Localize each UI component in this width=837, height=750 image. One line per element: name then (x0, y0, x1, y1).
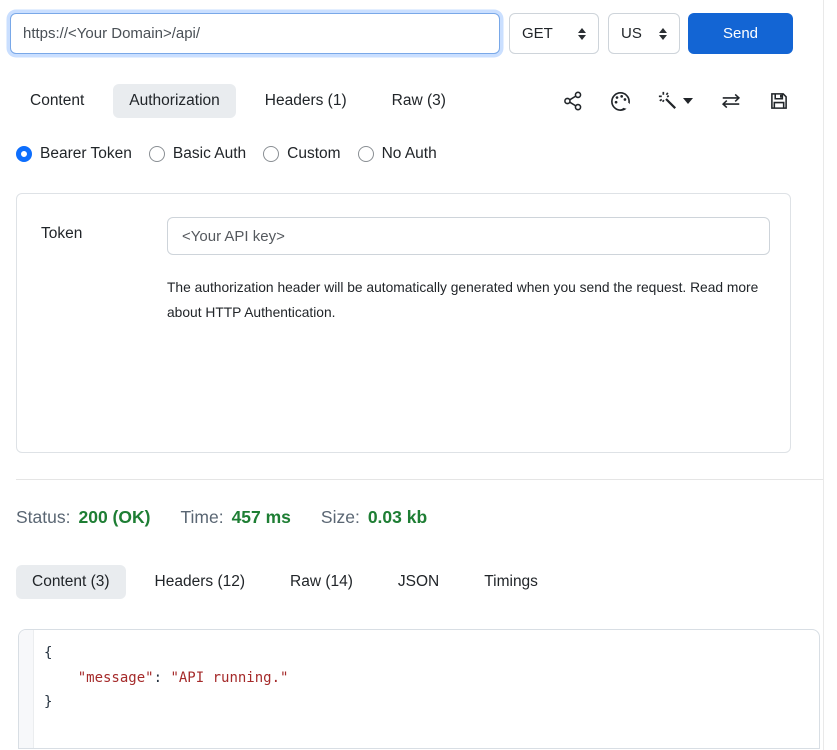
token-label: Token (41, 217, 167, 243)
token-help-line1: The authorization header will be automat… (167, 275, 770, 300)
save-icon[interactable] (769, 91, 789, 111)
resp-tab-timings[interactable]: Timings (468, 565, 554, 599)
token-help-text: The authorization header will be automat… (167, 275, 770, 325)
request-bar: GET US Send (0, 0, 837, 54)
swap-arrows-icon[interactable] (720, 91, 742, 111)
radio-selected-icon (16, 146, 32, 162)
tab-raw[interactable]: Raw (3) (376, 84, 462, 118)
magic-wand-dropdown-icon[interactable] (658, 91, 693, 111)
tab-content[interactable]: Content (14, 84, 100, 118)
resp-tab-headers[interactable]: Headers (12) (139, 565, 261, 599)
radio-unselected-icon (263, 146, 279, 162)
time-value: 457 ms (232, 507, 291, 528)
resp-tab-json[interactable]: JSON (382, 565, 455, 599)
resp-tab-raw[interactable]: Raw (14) (274, 565, 369, 599)
radio-bearer-token[interactable]: Bearer Token (16, 145, 132, 163)
dropdown-caret-icon (683, 98, 693, 104)
json-line: "message": "API running." (44, 666, 819, 691)
json-key: "message" (78, 670, 154, 686)
radio-unselected-icon (149, 146, 165, 162)
status-value: 200 (OK) (78, 507, 150, 528)
bearer-token-panel: Token The authorization header will be a… (16, 193, 791, 453)
share-icon[interactable] (563, 91, 583, 111)
response-body-viewer[interactable]: { "message": "API running."} (18, 629, 820, 749)
auth-type-options: Bearer Token Basic Auth Custom No Auth (0, 145, 837, 163)
status-label: Status: (16, 507, 70, 528)
response-json: { "message": "API running."} (34, 630, 819, 748)
json-line: { (44, 641, 819, 666)
palette-icon[interactable] (610, 91, 631, 112)
token-input[interactable] (167, 217, 770, 255)
radio-label: Basic Auth (173, 145, 246, 163)
radio-no-auth[interactable]: No Auth (358, 145, 437, 163)
radio-label: Custom (287, 145, 340, 163)
radio-label: No Auth (382, 145, 437, 163)
size-value: 0.03 kb (368, 507, 427, 528)
method-select[interactable]: GET (509, 13, 599, 54)
response-status-bar: Status: 200 (OK) Time: 457 ms Size: 0.03… (0, 507, 837, 528)
radio-basic-auth[interactable]: Basic Auth (149, 145, 246, 163)
request-tabs: Content Authorization Headers (1) Raw (3… (0, 84, 837, 118)
time-label: Time: (180, 507, 223, 528)
resp-tab-content[interactable]: Content (3) (16, 565, 126, 599)
request-toolbar (563, 91, 837, 112)
url-input[interactable] (10, 13, 500, 54)
select-arrows-icon (659, 28, 667, 40)
section-divider (16, 479, 823, 480)
radio-unselected-icon (358, 146, 374, 162)
token-help-line2: about HTTP Authentication. (167, 300, 770, 325)
radio-custom[interactable]: Custom (263, 145, 340, 163)
send-button[interactable]: Send (688, 13, 793, 54)
code-gutter (19, 630, 34, 748)
method-select-value: GET (522, 25, 553, 42)
content-column-border (823, 0, 824, 750)
region-select-value: US (621, 25, 642, 42)
region-select[interactable]: US (608, 13, 680, 54)
size-label: Size: (321, 507, 360, 528)
radio-label: Bearer Token (40, 145, 132, 163)
json-line: } (44, 690, 819, 715)
tab-authorization[interactable]: Authorization (113, 84, 235, 118)
tab-headers[interactable]: Headers (1) (249, 84, 363, 118)
api-client-page: GET US Send Content Authorization Header… (0, 0, 837, 750)
select-arrows-icon (578, 28, 586, 40)
json-value: "API running." (170, 670, 288, 686)
response-tabs: Content (3) Headers (12) Raw (14) JSON T… (0, 565, 837, 599)
